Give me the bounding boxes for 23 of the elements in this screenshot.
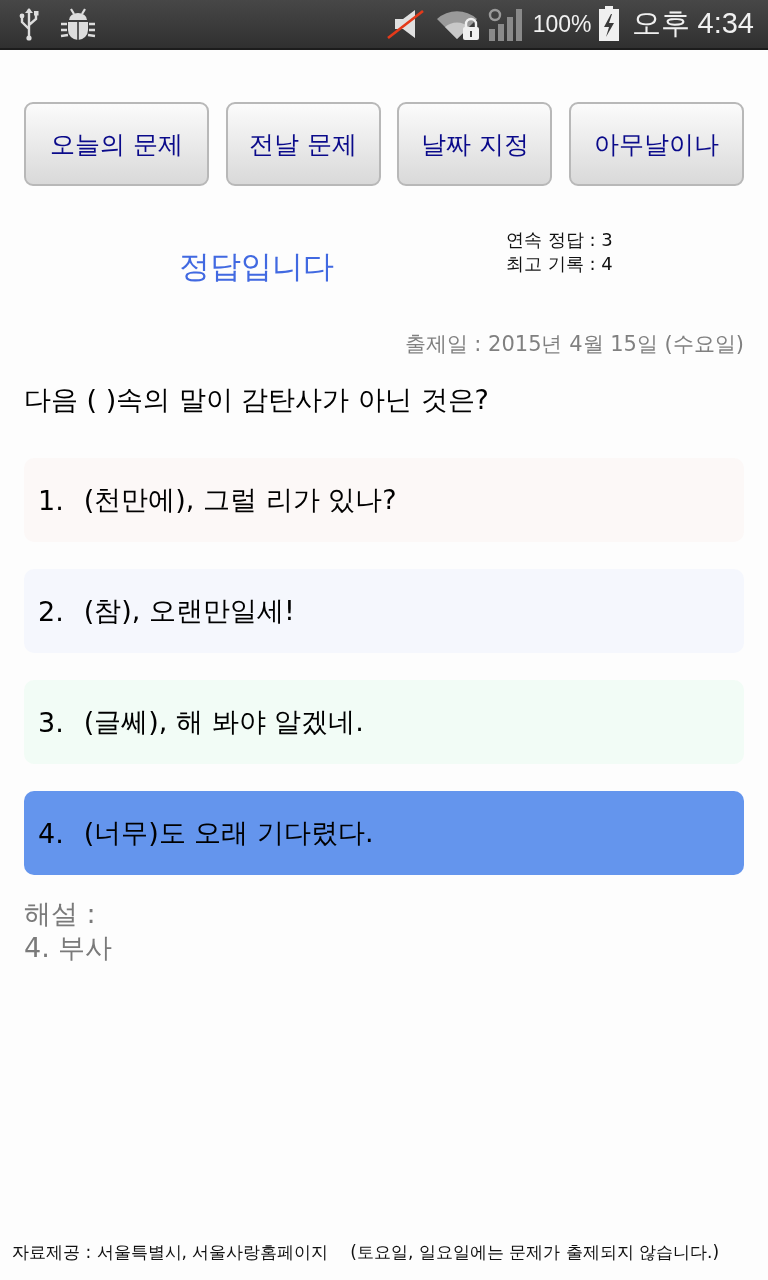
usb-icon (18, 7, 40, 41)
nav-button[interactable]: 아무날이나 (568, 102, 744, 186)
answer-option[interactable]: 4. (너무)도 오래 기다렸다. (24, 791, 744, 875)
result-message: 정답입니다 (179, 247, 334, 286)
quiz-date: 출제일 : 2015년 4월 15일 (수요일) (404, 331, 744, 358)
nav-button[interactable]: 전날 문제 (225, 102, 381, 186)
source-credit: 자료제공 : 서울특별시, 서울사랑홈페이지 (12, 1241, 329, 1264)
explanation-title: 해설 : (24, 897, 96, 931)
nav-button[interactable]: 날짜 지정 (397, 102, 553, 186)
explanation-answer: 4. 부사 (24, 931, 113, 965)
best-record: 최고 기록 : 4 (506, 252, 613, 276)
nav-button[interactable]: 오늘의 문제 (24, 102, 209, 186)
streak-count: 연속 정답 : 3 (506, 228, 613, 252)
answer-option[interactable]: 1. (천만에), 그럴 리가 있나? (24, 458, 744, 542)
muted-speaker-icon (386, 9, 425, 39)
answer-option[interactable]: 2. (참), 오랜만일세! (24, 569, 744, 653)
battery-percent: 100% (532, 10, 592, 38)
weekend-note: (토요일, 일요일에는 문제가 출제되지 않습니다.) (350, 1241, 720, 1264)
question-text: 다음 ( )속의 말이 감탄사가 아닌 것은? (24, 383, 490, 417)
answer-option[interactable]: 3. (글쎄), 해 봐야 알겠네. (24, 680, 744, 764)
bug-icon (60, 7, 96, 41)
charging-battery-icon (597, 6, 620, 42)
clock-time: 오후 4:34 (631, 6, 754, 41)
